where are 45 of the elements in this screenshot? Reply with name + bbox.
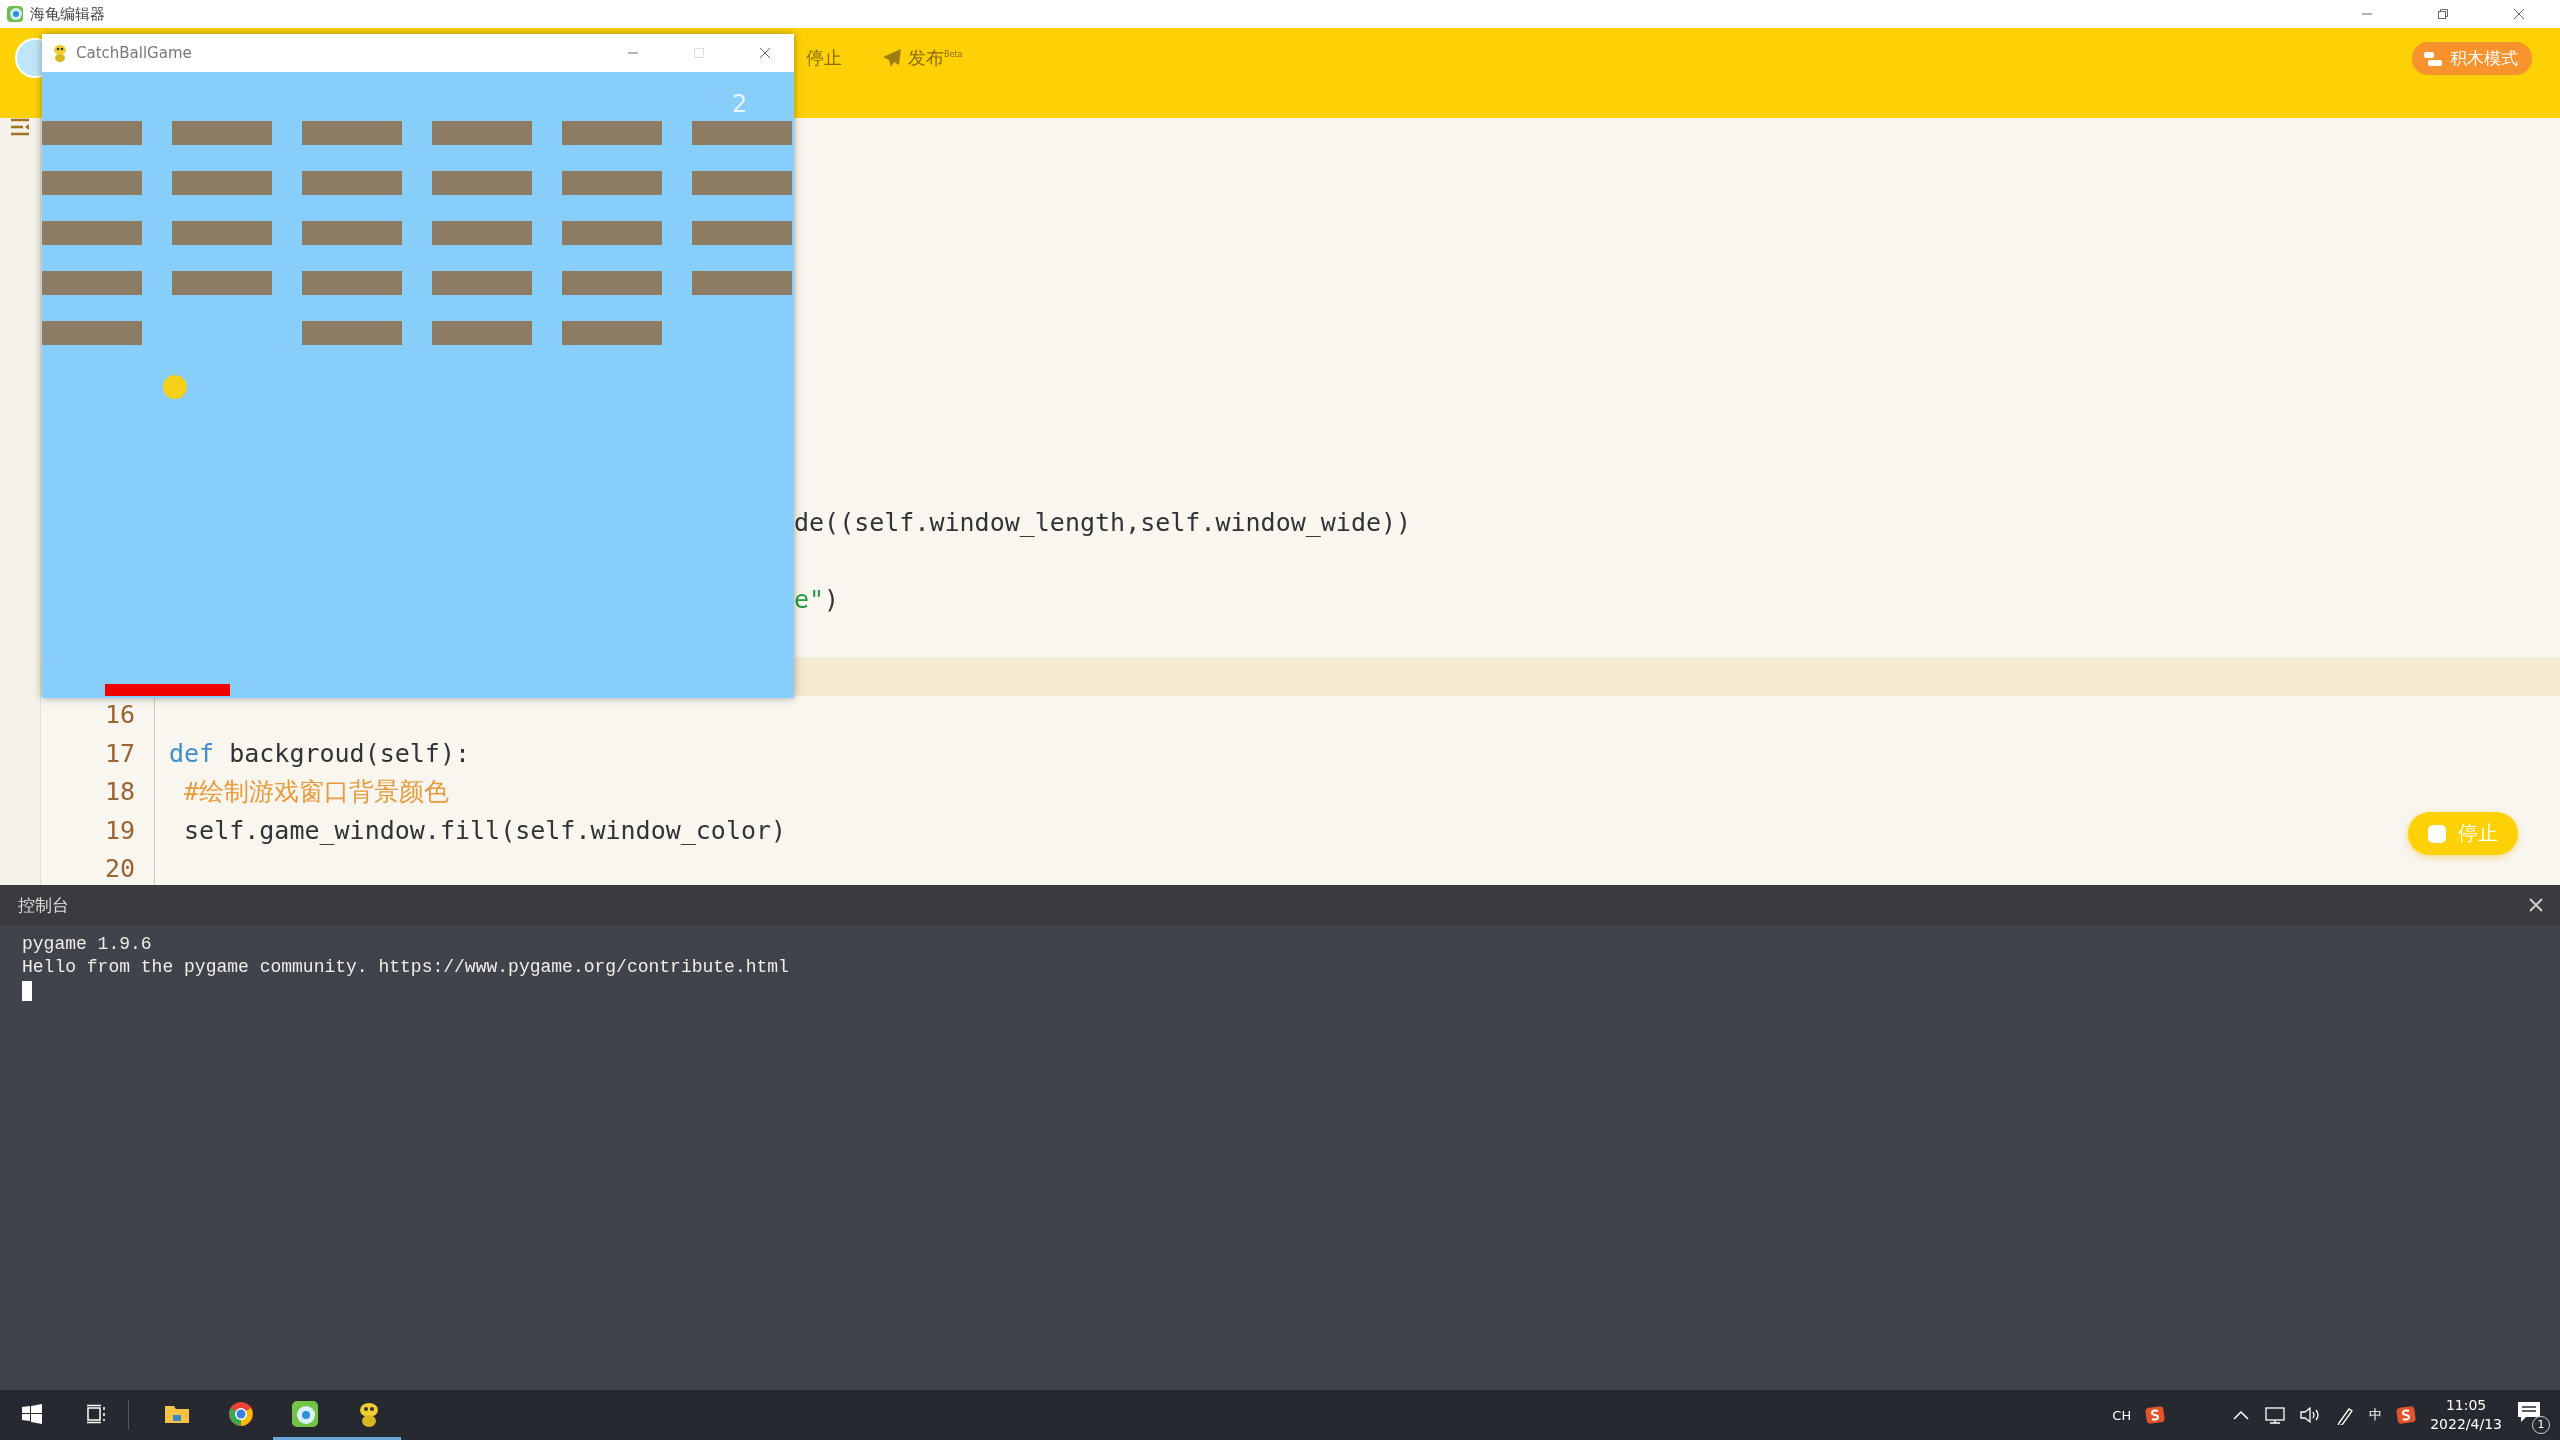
restore-icon (2437, 8, 2449, 20)
network-icon[interactable] (2263, 1406, 2286, 1424)
console-title: 控制台 (18, 893, 69, 917)
code-line: de((self.window_length,self.window_wide)) (793, 507, 1412, 537)
code-line: self.game_window.fill(self.window_color) (183, 815, 787, 845)
stop-icon (2428, 824, 2446, 843)
line-number: 19 (41, 811, 155, 850)
console-output-line: Hello from the pygame community. https://www.pygame.org/contribute.html (22, 956, 790, 979)
menu-icon[interactable] (10, 118, 30, 136)
line-number: 17 (41, 734, 155, 773)
text-cursor (22, 981, 32, 1001)
clock-time: 11:05 (2445, 1396, 2487, 1415)
ime-icon[interactable] (2396, 1405, 2417, 1425)
window-title: 海龟编辑器 (30, 4, 105, 24)
ime-icon[interactable] (2145, 1405, 2166, 1425)
console-output-line: pygame 1.9.6 (22, 933, 153, 956)
windows-logo-icon (22, 1403, 42, 1424)
app-logo-icon (6, 5, 24, 23)
window-title: CatchBallGame (76, 44, 192, 62)
maximize-icon (693, 47, 705, 59)
block-mode-button[interactable]: 积木模式 (2412, 42, 2532, 75)
chevron-up-icon[interactable] (2233, 1410, 2250, 1420)
clock-date: 2022/4/13 (2430, 1415, 2502, 1434)
close-icon (759, 47, 771, 59)
volume-icon[interactable] (2299, 1406, 2322, 1424)
clock[interactable]: 11:05 2022/4/13 (2430, 1396, 2502, 1434)
code-line: #绘制游戏窗口背景颜色 (183, 776, 450, 809)
code-line: e") (793, 584, 840, 614)
ball (163, 375, 187, 399)
game-app-icon (52, 44, 68, 62)
score-text: 2 (732, 90, 748, 118)
notification-count: 1 (2532, 1416, 2550, 1434)
close-icon[interactable] (2528, 897, 2544, 913)
editor-app-icon (291, 1399, 319, 1428)
stop-button[interactable]: 停止 (806, 46, 842, 70)
browser-icon (227, 1399, 255, 1428)
publish-button[interactable]: 发布$^{Beta}$ (882, 46, 963, 70)
send-icon (882, 48, 902, 68)
code-line: def backgroud(self): (168, 738, 471, 768)
task-view-icon (86, 1403, 106, 1424)
input-language-indicator[interactable]: CH (2112, 1407, 2132, 1423)
line-number: 18 (41, 772, 155, 811)
blocks-icon (2424, 51, 2442, 66)
close-icon (2513, 8, 2525, 20)
ime-mode-indicator[interactable]: 中 (2369, 1406, 2383, 1424)
